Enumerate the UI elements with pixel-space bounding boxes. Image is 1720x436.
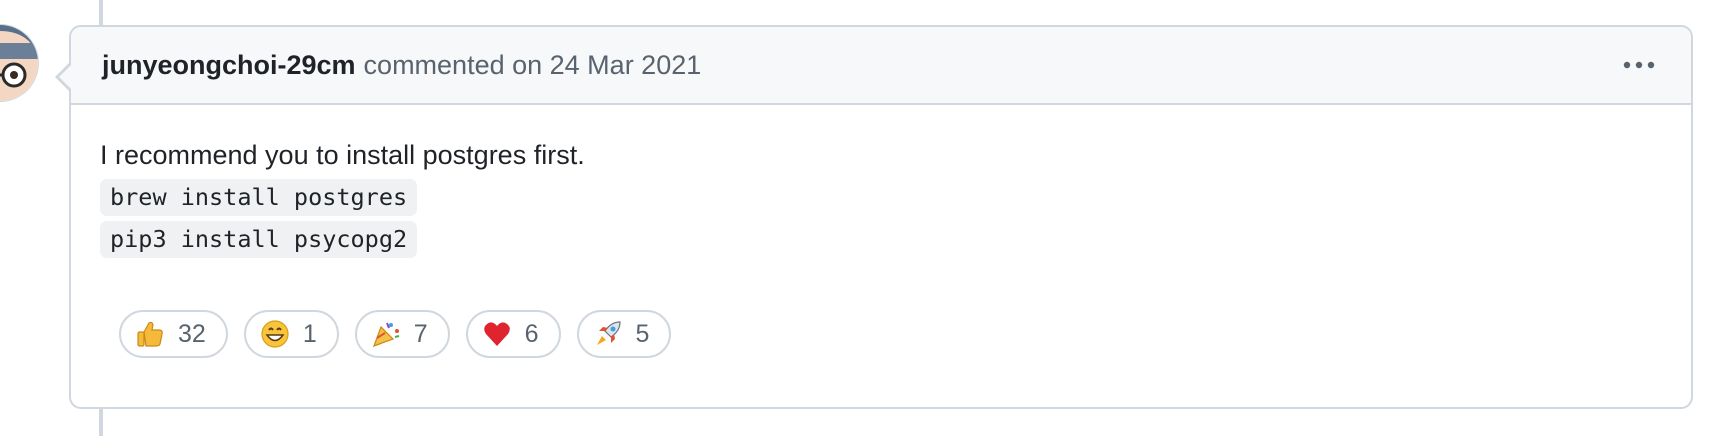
code-snippet: pip3 install psycopg2 bbox=[100, 221, 418, 258]
comment-timestamp[interactable]: commented on 24 Mar 2021 bbox=[364, 50, 702, 81]
red-heart-icon bbox=[481, 318, 513, 350]
comment-header: junyeongchoi-29cm commented on 24 Mar 20… bbox=[71, 27, 1691, 105]
comment-box: junyeongchoi-29cm commented on 24 Mar 20… bbox=[55, 25, 1693, 409]
rocket-icon bbox=[592, 318, 624, 350]
avatar[interactable] bbox=[0, 25, 38, 101]
reaction-count: 5 bbox=[635, 319, 650, 348]
reaction-count: 32 bbox=[178, 319, 206, 348]
reaction-laugh-button[interactable]: 1 bbox=[243, 310, 339, 358]
reaction-hooray-button[interactable]: 7 bbox=[354, 310, 450, 358]
kebab-horizontal-icon bbox=[1623, 61, 1655, 69]
comment-body: I recommend you to install postgres firs… bbox=[71, 105, 1691, 263]
reaction-heart-button[interactable]: 6 bbox=[465, 310, 561, 358]
reaction-count: 1 bbox=[302, 319, 317, 348]
author-link[interactable]: junyeongchoi-29cm bbox=[102, 50, 356, 81]
reaction-count: 7 bbox=[413, 319, 428, 348]
reactions-bar: 32 1 7 6 5 bbox=[119, 310, 672, 358]
party-popper-icon bbox=[370, 318, 402, 350]
code-snippet: brew install postgres bbox=[100, 179, 418, 216]
reaction-count: 6 bbox=[524, 319, 539, 348]
thumbs-up-icon bbox=[134, 318, 166, 350]
reaction-thumbs-up-button[interactable]: 32 bbox=[119, 310, 228, 358]
more-options-button[interactable] bbox=[1617, 47, 1661, 83]
avatar-memoji-icon bbox=[0, 25, 38, 101]
grinning-face-icon bbox=[259, 318, 291, 350]
reaction-rocket-button[interactable]: 5 bbox=[576, 310, 672, 358]
comment-text: I recommend you to install postgres firs… bbox=[100, 140, 585, 170]
